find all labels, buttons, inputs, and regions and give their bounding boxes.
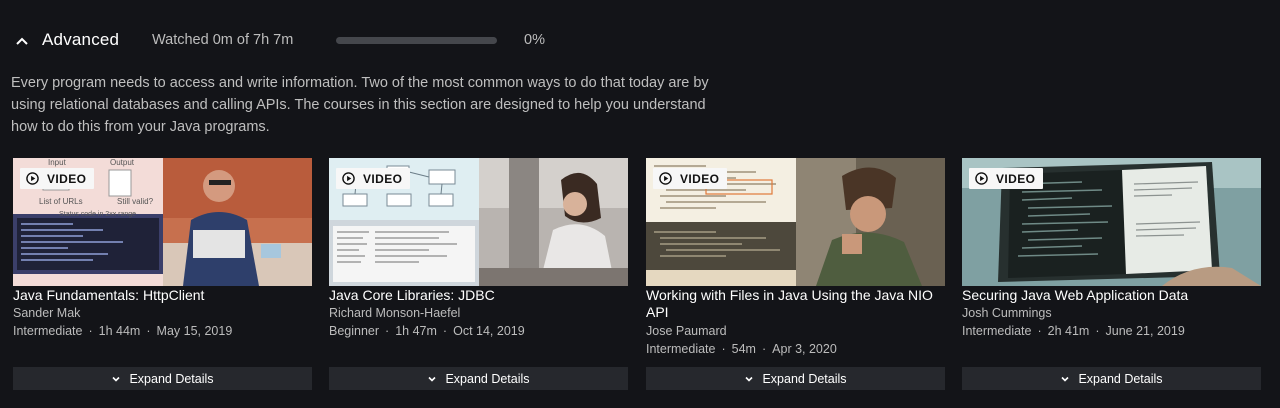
progress-bar [336,37,497,44]
course-author: Jose Paumard [646,324,727,338]
chevron-up-icon[interactable] [14,33,30,49]
play-circle-icon [659,172,672,185]
thumb-text-status: Status code in 2xx range [59,211,136,218]
course-title[interactable]: Java Fundamentals: HttpClient [13,287,312,304]
section-title[interactable]: Advanced [42,30,119,50]
course-meta: Intermediate · 1h 44m · May 15, 2019 [13,324,233,338]
course-title[interactable]: Java Core Libraries: JDBC [329,287,628,304]
course-meta: Intermediate · 2h 41m · June 21, 2019 [962,324,1185,338]
video-badge: VIDEO [336,168,411,189]
course-duration: 2h 41m [1047,324,1090,338]
expand-details-label: Expand Details [762,371,847,386]
play-circle-icon [342,172,355,185]
chevron-down-icon [745,376,754,382]
thumb-text-output: Output [110,158,135,167]
section-description: Every program needs to access and write … [11,75,709,135]
course-card: VIDEO Securing Java Web Application Data… [962,158,1261,390]
play-circle-icon [26,172,39,185]
video-badge: VIDEO [653,168,728,189]
video-badge-label: VIDEO [47,171,87,186]
thumb-text-list: List of URLs [39,197,83,206]
course-thumbnail[interactable]: VIDEO [646,158,945,286]
expand-details-button[interactable]: Expand Details [646,367,945,390]
course-meta: Beginner · 1h 47m · Oct 14, 2019 [329,324,525,338]
chevron-down-icon [428,376,437,382]
course-level: Beginner [329,324,380,338]
course-title[interactable]: Securing Java Web Application Data [962,287,1261,304]
video-badge: VIDEO [969,168,1044,189]
course-duration: 54m [731,342,756,356]
course-level: Intermediate [646,342,716,356]
course-author: Sander Mak [13,306,81,320]
watched-progress-text: Watched 0m of 7h 7m [152,32,294,48]
expand-details-button[interactable]: Expand Details [13,367,312,390]
video-badge-label: VIDEO [996,171,1036,186]
chevron-down-icon [112,376,121,382]
chevron-down-icon [1061,376,1070,382]
thumb-text-still: Still valid? [117,197,154,206]
course-meta: Intermediate · 54m · Apr 3, 2020 [646,342,837,356]
course-author: Josh Cummings [962,306,1052,320]
expand-details-button[interactable]: Expand Details [329,367,628,390]
course-level: Intermediate [962,324,1032,338]
course-date: Oct 14, 2019 [453,324,525,338]
course-thumbnail[interactable]: VIDEO [329,158,628,286]
course-thumbnail[interactable]: VIDEO [962,158,1261,286]
expand-details-label: Expand Details [445,371,530,386]
course-date: June 21, 2019 [1105,324,1185,338]
play-circle-icon [975,172,988,185]
course-card: VIDEO Working with Files in Java Using t… [646,158,945,390]
video-badge-label: VIDEO [680,171,720,186]
expand-details-button[interactable]: Expand Details [962,367,1261,390]
section-header: Advanced Watched 0m of 7h 7m 0% [0,0,1280,80]
course-level: Intermediate [13,324,83,338]
course-duration: 1h 47m [395,324,437,338]
course-author: Richard Monson-Haefel [329,306,461,320]
course-thumbnail[interactable]: Input Output List of URLs Still valid? S… [13,158,312,286]
course-duration: 1h 44m [98,324,141,338]
expand-details-label: Expand Details [129,371,214,386]
video-badge-label: VIDEO [363,171,403,186]
course-date: May 15, 2019 [156,324,233,338]
video-badge: VIDEO [20,168,95,189]
course-card: VIDEO Java Core Libraries: JDBC Richard … [329,158,628,390]
course-card: Input Output List of URLs Still valid? S… [13,158,312,390]
progress-percent: 0% [524,32,545,48]
course-date: Apr 3, 2020 [772,342,837,356]
thumb-text-input: Input [48,158,67,167]
expand-details-label: Expand Details [1078,371,1163,386]
course-title[interactable]: Working with Files in Java Using the Jav… [646,287,945,321]
